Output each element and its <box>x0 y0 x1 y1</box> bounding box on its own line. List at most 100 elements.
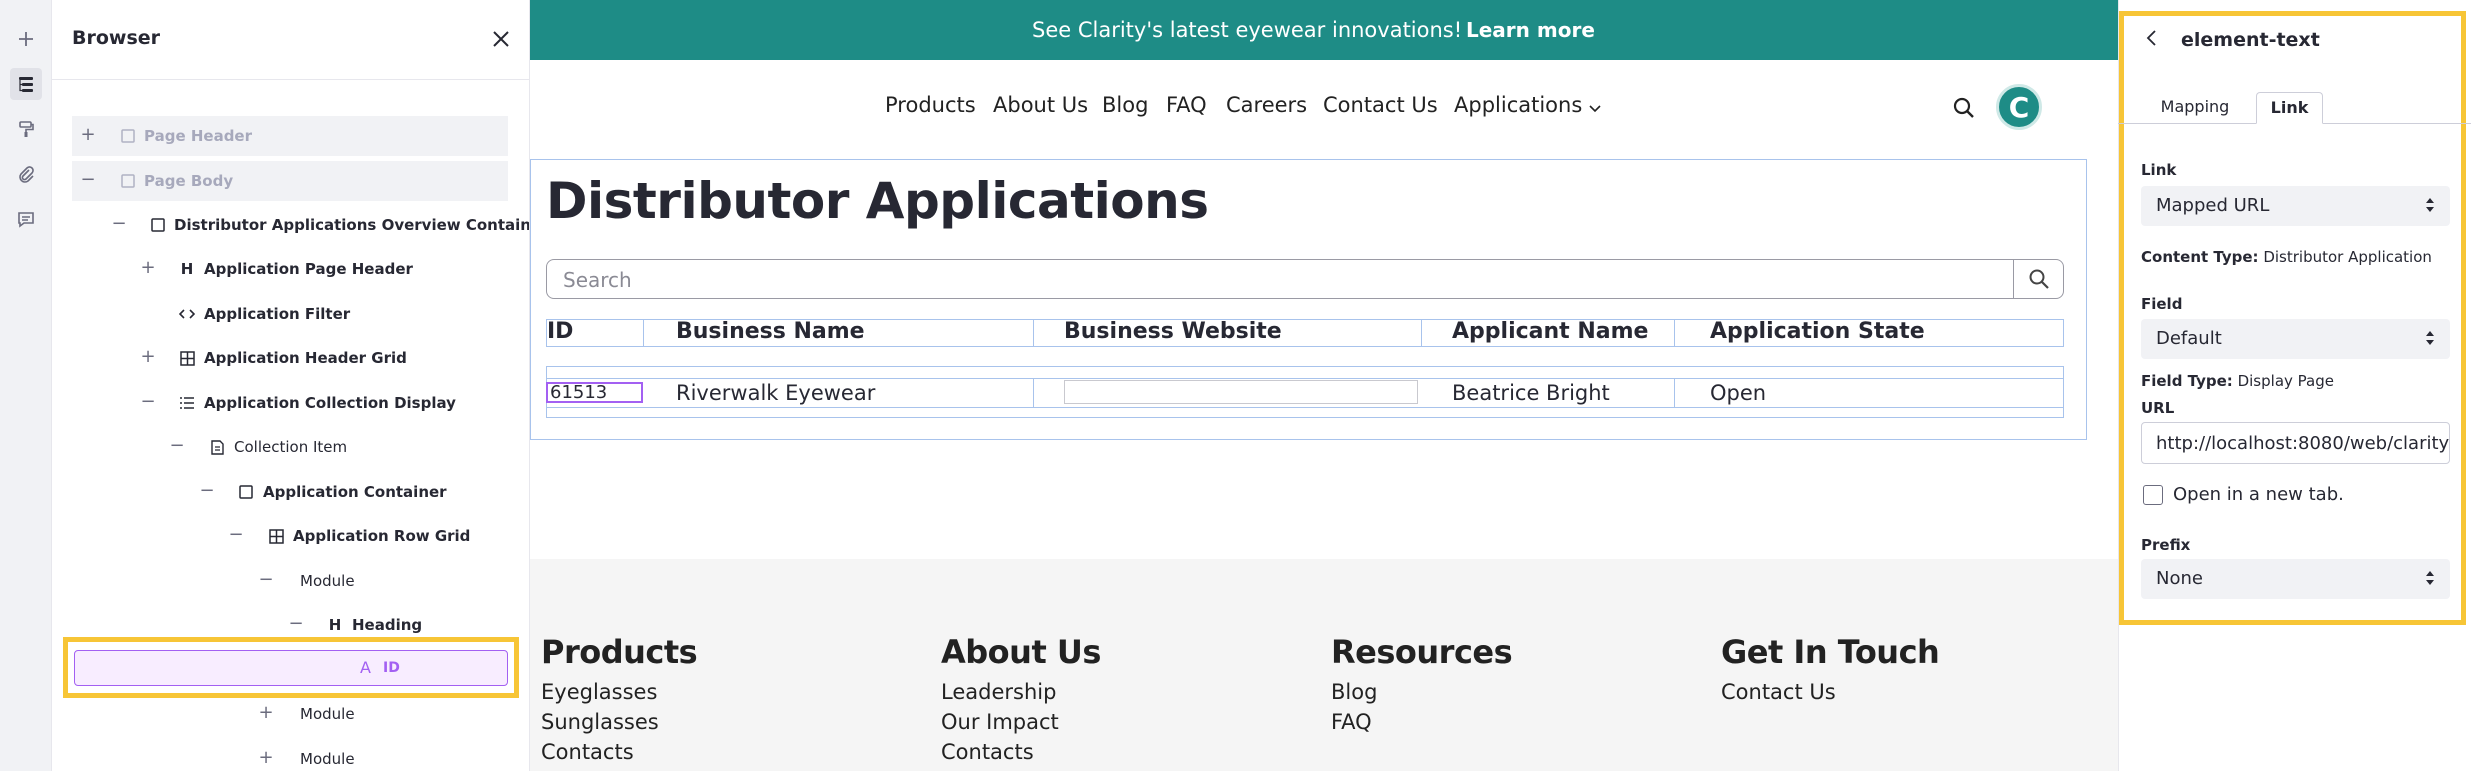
text-icon: A <box>360 658 371 677</box>
tree-item-overview-container[interactable]: − Distributor Applications Overview Cont… <box>72 205 529 245</box>
tree-item-page-header[interactable]: + Page Header <box>72 116 508 156</box>
link-select[interactable]: Mapped URL <box>2141 186 2450 226</box>
tree-item-page-header-fragment[interactable]: + H Application Page Header <box>72 249 508 289</box>
tree-item-module[interactable]: + Module <box>72 739 508 771</box>
tree-item-module[interactable]: + Module <box>72 694 508 734</box>
sort-caret-icon <box>2424 197 2436 218</box>
tree-item-header-grid[interactable]: + Application Header Grid <box>72 338 508 378</box>
tree-item-page-body[interactable]: − Page Body <box>72 161 508 201</box>
field-type-value: Display Page <box>2237 372 2334 390</box>
footer-column-products: Products Eyeglasses Sunglasses Contacts <box>541 633 698 767</box>
column-divider <box>1033 378 1034 408</box>
tree-item-label: Page Body <box>144 172 234 190</box>
banner-learn-more-link[interactable]: Learn more <box>1466 18 1595 42</box>
expand-icon[interactable]: + <box>138 346 158 368</box>
open-new-tab-checkbox[interactable] <box>2143 485 2163 505</box>
search-icon[interactable] <box>1952 96 1976 124</box>
tree-item-label: Module <box>300 705 355 723</box>
nav-faq[interactable]: FAQ <box>1166 93 1207 117</box>
tree-item-collection-item[interactable]: − Collection Item <box>72 427 508 467</box>
prefix-label: Prefix <box>2141 536 2191 554</box>
expand-icon[interactable]: + <box>138 257 158 279</box>
column-header-applicant-name: Applicant Name <box>1452 319 1649 344</box>
footer-link[interactable]: Contacts <box>541 737 697 767</box>
tree-item-module[interactable]: − Module <box>72 561 508 601</box>
nav-about-us[interactable]: About Us <box>993 93 1088 117</box>
column-divider <box>1674 378 1675 408</box>
applicant-name-cell[interactable]: Beatrice Bright <box>1452 379 1610 407</box>
paperclip-icon[interactable] <box>10 158 42 190</box>
search-input[interactable]: Search <box>546 259 2064 299</box>
footer-link[interactable]: Contact Us <box>1721 677 1939 707</box>
tree-item-application-filter[interactable]: Application Filter <box>72 294 508 334</box>
footer-column-get-in-touch: Get In Touch Contact Us <box>1721 633 1940 707</box>
application-state-cell[interactable]: Open <box>1710 379 1766 407</box>
container-icon <box>118 125 138 147</box>
footer-link[interactable]: Sunglasses <box>541 707 697 737</box>
collapse-icon[interactable]: − <box>138 391 158 413</box>
sort-caret-icon <box>2424 570 2436 591</box>
collapse-icon[interactable]: − <box>226 524 246 546</box>
tree-item-label: Application Page Header <box>204 260 413 278</box>
column-divider <box>1674 319 1675 347</box>
plus-icon[interactable] <box>10 23 42 55</box>
footer-heading: About Us <box>941 633 1101 671</box>
prefix-select[interactable]: None <box>2141 559 2450 599</box>
chevron-down-icon[interactable] <box>1588 100 1602 119</box>
footer-link[interactable]: Blog <box>1331 677 1512 707</box>
id-cell-selected[interactable]: 61513 <box>546 382 643 403</box>
nav-blog[interactable]: Blog <box>1102 93 1148 117</box>
prefix-select-value: None <box>2156 568 2203 589</box>
footer-heading: Products <box>541 633 698 671</box>
footer-link[interactable]: Leadership <box>941 677 1101 707</box>
field-type-info: Field Type: Display Page <box>2141 372 2334 390</box>
search-button[interactable] <box>2013 260 2063 298</box>
browser-tree-icon[interactable] <box>10 68 42 100</box>
tree-item-row-grid[interactable]: − Application Row Grid <box>72 516 508 556</box>
expand-icon[interactable]: + <box>256 702 276 724</box>
avatar[interactable]: C <box>1996 84 2042 130</box>
business-website-cell[interactable] <box>1064 380 1418 404</box>
tree-item-label: ID <box>383 660 400 676</box>
tree-item-label: Application Collection Display <box>204 394 456 412</box>
collapse-icon[interactable]: − <box>109 213 129 235</box>
business-name-cell[interactable]: Riverwalk Eyewear <box>676 379 875 407</box>
code-icon <box>177 303 197 325</box>
paint-roller-icon[interactable] <box>10 113 42 145</box>
collapse-icon[interactable]: − <box>167 435 187 457</box>
grid-icon <box>266 525 286 547</box>
collapse-icon[interactable]: − <box>286 613 306 635</box>
tree-item-label: Collection Item <box>234 438 348 456</box>
tree-item-label: Heading <box>352 616 423 634</box>
column-divider <box>1033 319 1034 347</box>
field-select[interactable]: Default <box>2141 319 2450 359</box>
tree-item-collection-display[interactable]: − Application Collection Display <box>72 383 508 423</box>
expand-icon[interactable]: + <box>256 747 276 769</box>
url-input[interactable]: http://localhost:8080/web/clarity/l <box>2141 422 2450 464</box>
nav-applications[interactable]: Applications <box>1454 93 1582 117</box>
tree-item-id-selected[interactable]: A ID <box>74 650 508 686</box>
tab-mapping[interactable]: Mapping <box>2120 92 2270 124</box>
nav-products[interactable]: Products <box>885 93 976 117</box>
banner-text: See Clarity's latest eyewear innovations… <box>1032 18 1463 42</box>
comment-icon[interactable] <box>10 203 42 235</box>
tab-link[interactable]: Link <box>2256 92 2323 124</box>
close-icon[interactable] <box>486 24 516 54</box>
tree-item-application-container[interactable]: − Application Container <box>72 472 508 512</box>
collapse-icon[interactable]: − <box>197 480 217 502</box>
chevron-left-icon[interactable] <box>2145 29 2159 51</box>
footer-link[interactable]: Contacts <box>941 737 1101 767</box>
collapse-icon[interactable]: − <box>256 569 276 591</box>
nav-careers[interactable]: Careers <box>1226 93 1307 117</box>
tree-item-label: Application Header Grid <box>204 349 407 367</box>
expand-icon[interactable]: + <box>78 124 98 146</box>
footer-link[interactable]: FAQ <box>1331 707 1512 737</box>
nav-contact-us[interactable]: Contact Us <box>1323 93 1438 117</box>
footer-link[interactable]: Our Impact <box>941 707 1101 737</box>
grid-icon <box>177 347 197 369</box>
page-preview: See Clarity's latest eyewear innovations… <box>530 0 2118 771</box>
collapse-icon[interactable]: − <box>78 169 98 191</box>
open-new-tab-label[interactable]: Open in a new tab. <box>2173 484 2344 505</box>
column-header-business-website: Business Website <box>1064 319 1282 344</box>
footer-link[interactable]: Eyeglasses <box>541 677 697 707</box>
